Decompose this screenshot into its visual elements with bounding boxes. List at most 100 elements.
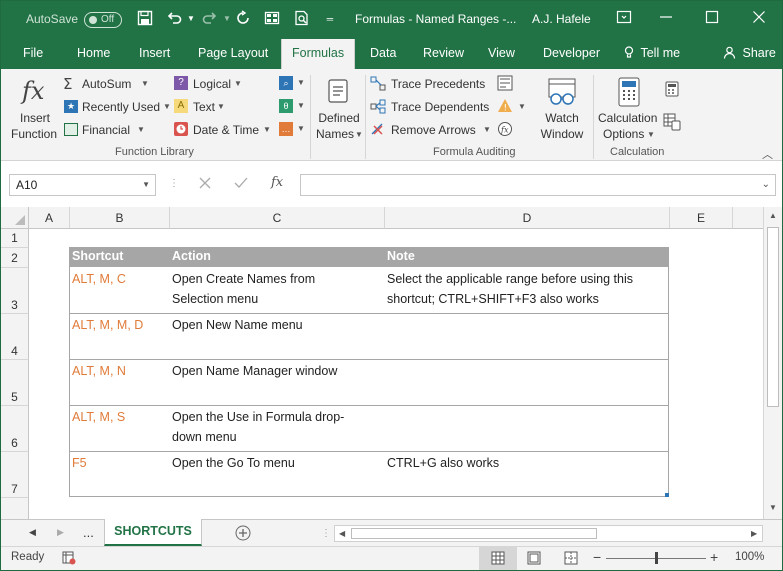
customize-toolbar-icon[interactable]: ═: [321, 10, 339, 28]
select-all-corner[interactable]: [1, 207, 29, 229]
save-icon[interactable]: [136, 10, 154, 28]
date-time-button[interactable]: Date & Time ▼: [174, 121, 272, 139]
evaluate-formula-icon[interactable]: fx: [497, 121, 513, 140]
tab-view[interactable]: View: [488, 46, 515, 60]
scroll-right-icon[interactable]: ▶: [751, 529, 757, 538]
tab-split-grip-icon[interactable]: ⋮: [321, 528, 331, 539]
horizontal-scrollbar[interactable]: ◀ ▶: [334, 525, 763, 542]
action-cell[interactable]: Open the Go To menu: [172, 453, 295, 473]
row-header-4[interactable]: 4: [1, 314, 29, 360]
undo-icon[interactable]: [165, 10, 183, 28]
next-sheet-icon[interactable]: ▶: [57, 527, 64, 538]
expand-formula-bar-icon[interactable]: ⌄: [762, 179, 770, 190]
calculate-sheet-icon[interactable]: [663, 113, 681, 134]
refresh-icon[interactable]: [234, 10, 252, 28]
row-header-7[interactable]: 7: [1, 452, 29, 498]
calculation-options-button[interactable]: Calculation Options ▼: [596, 73, 660, 145]
vertical-scroll-thumb[interactable]: [767, 227, 779, 407]
row-header-1[interactable]: 1: [1, 229, 29, 248]
text-button[interactable]: A Text ▼: [174, 98, 234, 116]
shortcut-cell[interactable]: ALT, M, M, D: [72, 315, 143, 335]
tab-insert[interactable]: Insert: [139, 46, 170, 60]
tab-review[interactable]: Review: [423, 46, 464, 60]
shortcut-cell[interactable]: F5: [72, 453, 87, 473]
print-preview-icon[interactable]: [293, 10, 311, 28]
prev-sheet-icon[interactable]: ◀: [29, 527, 36, 538]
vertical-scrollbar[interactable]: ▲ ▼: [763, 207, 782, 519]
undo-dropdown-icon[interactable]: ▼: [182, 10, 200, 28]
shortcut-cell[interactable]: ALT, M, N: [72, 361, 126, 381]
column-header-a[interactable]: A: [29, 207, 70, 229]
row-header-6[interactable]: 6: [1, 406, 29, 452]
recently-used-button[interactable]: ★ Recently Used ▼: [63, 98, 171, 116]
action-cell[interactable]: Open Create Names from: [172, 269, 315, 289]
autosave-toggle[interactable]: Off: [84, 12, 122, 28]
cancel-entry-icon[interactable]: [199, 177, 211, 192]
sheet-tab-shortcuts[interactable]: SHORTCUTS: [104, 519, 202, 546]
zoom-level[interactable]: 100%: [735, 551, 764, 563]
column-header-b[interactable]: B: [70, 207, 170, 229]
tab-file[interactable]: File: [23, 46, 43, 60]
column-header-c[interactable]: C: [170, 207, 385, 229]
action-cell[interactable]: Open New Name menu: [172, 315, 303, 335]
more-sheets-ellipsis[interactable]: ...: [83, 525, 94, 540]
horizontal-scroll-thumb[interactable]: [351, 528, 597, 539]
name-box-dropdown-icon[interactable]: ▼: [142, 180, 150, 189]
math-trig-button[interactable]: θ ▼: [279, 98, 305, 114]
tab-formulas[interactable]: Formulas: [281, 39, 356, 69]
page-layout-view-icon[interactable]: [527, 551, 541, 568]
confirm-entry-icon[interactable]: [234, 177, 248, 192]
row-header-3[interactable]: 3: [1, 268, 29, 314]
autosum-button[interactable]: Σ AutoSum ▼: [63, 75, 163, 93]
maximize-icon[interactable]: [700, 9, 724, 29]
column-header-e[interactable]: E: [670, 207, 733, 229]
trace-precedents-button[interactable]: Trace Precedents: [370, 75, 490, 93]
watch-window-button[interactable]: Watch Window: [536, 73, 588, 145]
note-cell[interactable]: Select the applicable range before using…: [387, 269, 633, 289]
error-checking-icon[interactable]: !: [497, 98, 513, 117]
remove-arrows-button[interactable]: Remove Arrows ▼: [370, 121, 495, 139]
form-icon[interactable]: [263, 10, 281, 28]
show-formulas-icon[interactable]: [497, 75, 513, 94]
tab-data[interactable]: Data: [370, 46, 396, 60]
trace-dependents-button[interactable]: Trace Dependents: [370, 98, 490, 116]
financial-button[interactable]: Financial ▼: [63, 121, 153, 139]
row-header-5[interactable]: 5: [1, 360, 29, 406]
logical-button[interactable]: ? Logical ▼: [174, 75, 249, 93]
name-box[interactable]: A10 ▼: [9, 174, 156, 196]
scroll-up-icon[interactable]: ▲: [769, 211, 777, 220]
tab-developer[interactable]: Developer: [543, 46, 600, 60]
zoom-slider-thumb[interactable]: [655, 552, 658, 564]
note-cell[interactable]: CTRL+G also works: [387, 453, 499, 473]
collapse-ribbon-icon[interactable]: ︿: [762, 146, 773, 162]
close-icon[interactable]: [747, 9, 771, 29]
more-functions-button[interactable]: … ▼: [279, 121, 305, 137]
row-header-2[interactable]: 2: [1, 248, 29, 268]
calculate-now-icon[interactable]: [665, 81, 679, 100]
zoom-in-icon[interactable]: +: [710, 549, 718, 565]
column-header-d[interactable]: D: [385, 207, 670, 229]
normal-view-button[interactable]: [479, 547, 517, 570]
macro-record-icon[interactable]: [62, 551, 76, 568]
scroll-left-icon[interactable]: ◀: [339, 529, 345, 538]
zoom-out-icon[interactable]: −: [593, 549, 601, 565]
action-cell[interactable]: Open Name Manager window: [172, 361, 337, 381]
insert-function-fx-icon[interactable]: fx: [271, 175, 283, 190]
tell-me[interactable]: Tell me: [624, 46, 680, 60]
shortcut-cell[interactable]: ALT, M, C: [72, 269, 126, 289]
redo-icon[interactable]: [201, 10, 219, 28]
new-sheet-icon[interactable]: [235, 525, 251, 544]
lookup-reference-button[interactable]: ⌕ ▼: [279, 75, 305, 91]
tab-home[interactable]: Home: [77, 46, 110, 60]
tab-page-layout[interactable]: Page Layout: [198, 46, 268, 60]
ribbon-display-icon[interactable]: [612, 9, 636, 29]
share-button[interactable]: Share: [723, 46, 776, 60]
minimize-icon[interactable]: [654, 9, 678, 29]
formula-input[interactable]: ⌄: [300, 174, 776, 196]
page-break-view-icon[interactable]: [564, 551, 578, 568]
defined-names-button[interactable]: Defined Names ▼: [313, 73, 363, 145]
action-cell[interactable]: Open the Use in Formula drop-: [172, 407, 344, 427]
insert-function-button[interactable]: fx Insert Function: [9, 73, 59, 145]
shortcut-cell[interactable]: ALT, M, S: [72, 407, 125, 427]
error-checking-dropdown-icon[interactable]: ▼: [518, 102, 526, 111]
